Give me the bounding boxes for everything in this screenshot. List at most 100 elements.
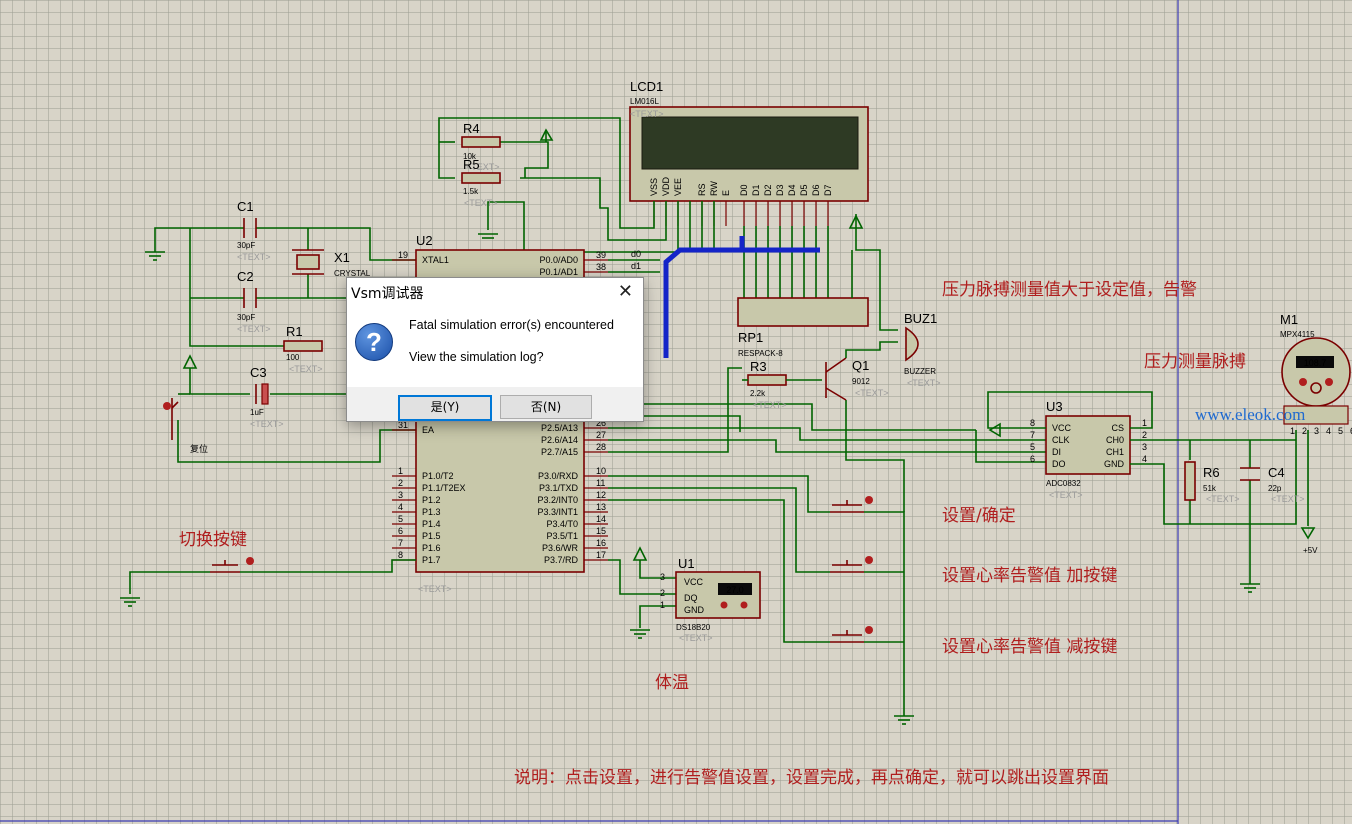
mcu-pin-label: EA — [422, 425, 434, 435]
x1-ref: X1 — [334, 250, 350, 265]
mcu-pin-number: 1 — [398, 466, 403, 476]
question-icon: ? — [355, 323, 393, 361]
adc-pin-label: CLK — [1052, 435, 1070, 445]
mcu-pin-number: 6 — [398, 526, 403, 536]
mcu-pin-number: 5 — [398, 514, 403, 524]
mcu-pin-number: 17 — [596, 550, 606, 560]
c1-text: <TEXT> — [237, 252, 271, 262]
r4-ref: R4 — [463, 121, 480, 136]
mcu-pin-label: P1.1/T2EX — [422, 483, 466, 493]
u1-reading: 27.0 — [726, 585, 744, 595]
r1-text: <TEXT> — [289, 364, 323, 374]
transistor-q1[interactable]: Q1 9012 <TEXT> — [825, 357, 889, 401]
dialog-titlebar[interactable]: Vsm调试器 ✕ — [347, 278, 643, 306]
mcu-pin-number: 39 — [596, 250, 606, 260]
mcu-pin-label: P2.6/A14 — [541, 435, 578, 445]
buz-value: BUZZER — [904, 367, 936, 376]
mcu-pin-number: 28 — [596, 442, 606, 452]
mcu-pin-label: P3.3/INT1 — [537, 507, 578, 517]
c2-value: 30pF — [237, 313, 255, 322]
lcd-pin-label: VDD — [661, 176, 671, 196]
m1-ref: M1 — [1280, 312, 1298, 327]
r5-value: 1.5k — [463, 187, 479, 196]
adc-pin-label: GND — [1104, 459, 1125, 469]
dialog-title: Vsm调试器 — [351, 286, 424, 302]
crystal-x1[interactable]: X1 CRYSTAL — [292, 249, 371, 278]
c2-ref: C2 — [237, 269, 254, 284]
mcu-pin-number: 4 — [398, 502, 403, 512]
dialog-button-row: 是(Y) 否(N) — [347, 387, 643, 421]
adc-pin-label: CH0 — [1106, 435, 1124, 445]
adc-pin-number: 7 — [1030, 430, 1035, 440]
mcu-pin-label: P1.4 — [422, 519, 441, 529]
close-icon[interactable]: ✕ — [618, 281, 633, 302]
capacitor-c2[interactable]: C2 30pF <TEXT> — [237, 269, 271, 334]
mcu-pin-number: 8 — [398, 550, 403, 560]
mcu-pin-label: P3.4/T0 — [546, 519, 578, 529]
mcu-pin-label: XTAL1 — [422, 255, 449, 265]
resistor-r6[interactable]: R6 51k <TEXT> — [1184, 461, 1240, 504]
mcu-pin-number: 16 — [596, 538, 606, 548]
q1-ref: Q1 — [852, 358, 869, 373]
mcu-pin-label: P1.5 — [422, 531, 441, 541]
adc-pin-number: 2 — [1142, 430, 1147, 440]
mcu-pin-number: 7 — [398, 538, 403, 548]
adc-pin-label: DO — [1052, 459, 1066, 469]
supply-label: +5V — [1303, 546, 1318, 555]
u3-text: <TEXT> — [1049, 490, 1083, 500]
error-dialog: Vsm调试器 ✕ ? Fatal simulation error(s) enc… — [346, 277, 644, 422]
lcd-pin-label: D0 — [739, 184, 749, 196]
yes-button[interactable]: 是(Y) — [398, 395, 492, 421]
u2-ref: U2 — [416, 233, 433, 248]
r3-value: 2.2k — [750, 389, 766, 398]
rp1-ref: RP1 — [738, 330, 763, 345]
mcu-pin-label: P1.2 — [422, 495, 441, 505]
resistor-r3[interactable]: R3 2.2k <TEXT> — [747, 359, 787, 410]
reset-button[interactable]: 复位 — [163, 398, 208, 454]
r3-ref: R3 — [750, 359, 767, 374]
adc-pin-number: 5 — [1030, 442, 1035, 452]
resistor-r1[interactable]: R1 100 <TEXT> — [283, 324, 323, 374]
c4-ref: C4 — [1268, 465, 1285, 480]
dialog-message: Fatal simulation error(s) encountered — [409, 318, 614, 332]
push-button[interactable] — [830, 556, 873, 573]
r1-value: 100 — [286, 353, 300, 362]
mcu-pin-number: 11 — [596, 478, 605, 488]
no-button[interactable]: 否(N) — [500, 395, 592, 419]
capacitor-c1[interactable]: C1 30pF <TEXT> — [237, 199, 271, 262]
adc-pin-number: 4 — [1142, 454, 1147, 464]
rp1-value: RESPACK-8 — [738, 349, 783, 358]
push-button[interactable] — [830, 496, 873, 513]
dialog-question: View the simulation log? — [409, 350, 544, 364]
adc-pin-label: CS — [1111, 423, 1124, 433]
buzzer-buz1[interactable]: BUZ1 BUZZER <TEXT> — [904, 311, 941, 388]
r5-ref: R5 — [463, 157, 480, 172]
note-instruction: 说明：点击设置，进行告警值设置，设置完成，再点确定，就可以跳出设置界面 — [514, 768, 1109, 788]
mcu-pin-label: P1.0/T2 — [422, 471, 454, 481]
q1-value: 9012 — [852, 377, 870, 386]
u1-pin-label: GND — [684, 605, 705, 615]
capacitor-c3[interactable]: C3 1uF <TEXT> — [250, 365, 284, 429]
mcu-pin-number: 3 — [398, 490, 403, 500]
buz-ref: BUZ1 — [904, 311, 937, 326]
r6-value: 51k — [1203, 484, 1217, 493]
mcu-pin-label: P1.6 — [422, 543, 441, 553]
lcd-pin-label: D4 — [787, 184, 797, 196]
mcu-pin-number: 19 — [398, 250, 408, 260]
r5-text: <TEXT> — [464, 198, 498, 208]
m1-reading: 108.7 — [1304, 358, 1327, 368]
u2-text: <TEXT> — [418, 584, 452, 594]
m1-pin-number: 3 — [1314, 426, 1319, 436]
r3-text: <TEXT> — [753, 400, 787, 410]
mcu-pin-label: P3.0/RXD — [538, 471, 579, 481]
c3-value: 1uF — [250, 408, 264, 417]
push-button[interactable] — [830, 626, 873, 643]
adc-u3[interactable]: U3 ADC0832 <TEXT> VCC 8 CLK 7 DI 5 DO 6 CS 1 CH0 2 C… — [1030, 399, 1147, 500]
lcd-pin-label: D5 — [799, 184, 809, 196]
lcd-pin-label: D6 — [811, 184, 821, 196]
temp-sensor-u1[interactable]: U1 DS18B20 <TEXT> 27.0 VCC 3 DQ 2 GND 1 — [660, 556, 761, 643]
resistor-pack-rp1[interactable]: RP1 RESPACK-8 — [737, 297, 869, 358]
u1-pin-label: VCC — [684, 577, 704, 587]
switch-key-button[interactable] — [210, 557, 254, 573]
u1-pin-number: 1 — [660, 600, 665, 610]
